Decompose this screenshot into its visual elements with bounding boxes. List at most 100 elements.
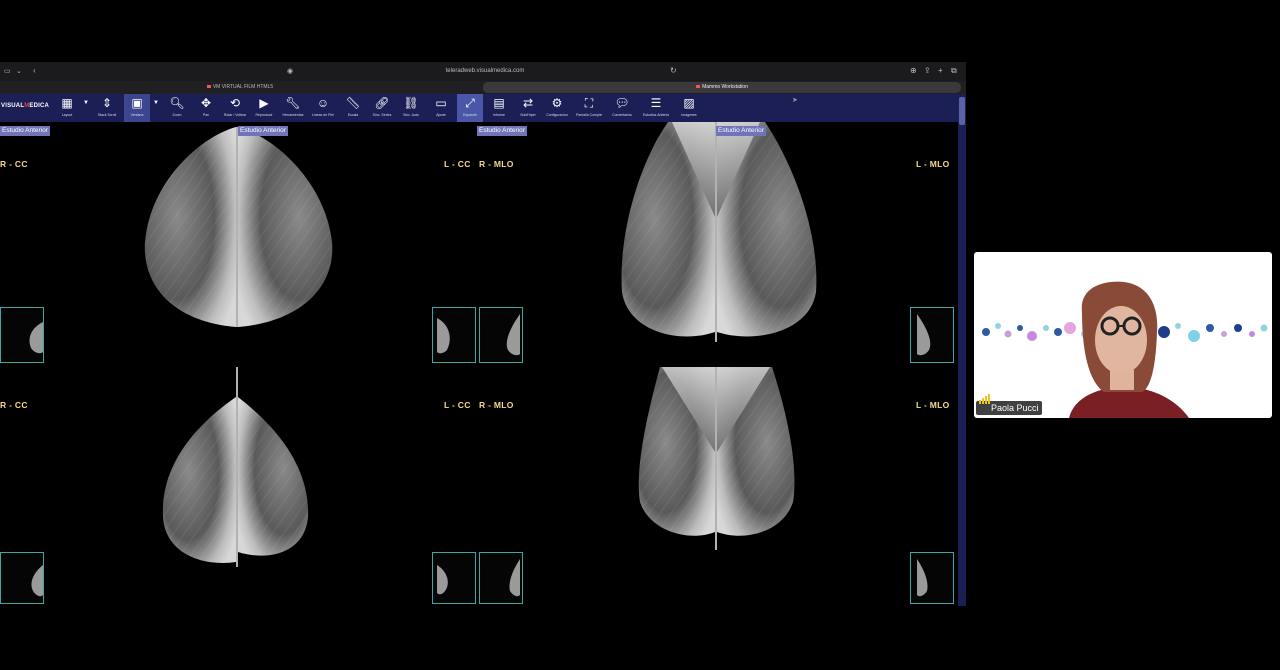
- tool-ruler-button[interactable]: 📏︎ Escala: [340, 94, 366, 122]
- thumbnail[interactable]: [432, 552, 476, 604]
- thumbnail[interactable]: [0, 307, 44, 363]
- prior-study-badge: Estudio Anterior: [477, 126, 527, 136]
- tool-move-button[interactable]: ✥ Pan: [193, 94, 219, 122]
- magnifier-icon: 🔍︎: [169, 96, 185, 110]
- chevron-down-icon[interactable]: ▼: [153, 100, 159, 106]
- prior-study-badge: Estudio Anterior: [0, 126, 50, 136]
- view-label-l-cc: L - CC: [444, 400, 471, 410]
- thumbnail[interactable]: [910, 307, 954, 363]
- sidebar-toggle-icon[interactable]: ▭: [4, 67, 11, 75]
- side-scrollbar[interactable]: [958, 94, 966, 606]
- view-label-r-cc: R - CC: [0, 159, 28, 169]
- video-call-tile[interactable]: Paola Pucci: [974, 252, 1272, 418]
- browser-window: ▭ ⌄ ‹ ◉ teleradweb.visualmedica.com ↻ ⊕ …: [0, 62, 966, 606]
- new-tab-icon[interactable]: +: [938, 66, 943, 75]
- move-icon: ✥: [200, 96, 212, 110]
- mlo-pair-prior: [638, 367, 795, 550]
- report-icon: ▤: [493, 96, 505, 110]
- tool-magnifier-button[interactable]: 🔍︎ Zoom: [164, 94, 190, 122]
- tool-report-button[interactable]: ▤ Informe: [486, 94, 512, 122]
- ruler-icon: 📏︎: [345, 96, 361, 110]
- tool-label: Lineas de Piel: [312, 113, 334, 117]
- wrench-icon: 🔧︎: [285, 96, 301, 110]
- tool-fullscreen-button[interactable]: ⛶ Pantalla Completa: [576, 94, 602, 122]
- swap-icon: ⇄: [522, 96, 534, 110]
- tool-image-button[interactable]: ▨ Imagenes: [676, 94, 702, 122]
- tool-window-level-button[interactable]: ▣ Ventana: [124, 94, 150, 122]
- thumbnail[interactable]: [910, 552, 954, 604]
- logo-text: EDICA: [29, 103, 50, 109]
- tool-label: Reproducir: [255, 113, 273, 117]
- person-card-icon: ☺: [316, 96, 330, 110]
- tool-label: Ventana: [130, 113, 144, 117]
- cc-pair-prior: [162, 367, 309, 567]
- participant-name: Paola Pucci: [991, 403, 1039, 413]
- thumbnail[interactable]: [432, 307, 476, 363]
- view-label-l-mlo: L - MLO: [916, 400, 950, 410]
- thumbnail[interactable]: [479, 552, 523, 604]
- list-icon: ☰: [650, 96, 662, 110]
- tool-settings-button[interactable]: ⚙ Configuracion: [544, 94, 570, 122]
- tab-label: Mammo Workstation: [702, 84, 748, 90]
- tool-scroll-arrows-button[interactable]: ⇕ Stack Scroll: [94, 94, 120, 122]
- logo-text: VISUAL: [1, 103, 25, 109]
- tool-label: Escala: [347, 113, 359, 117]
- tool-fit-button[interactable]: ▭ Ajuste: [428, 94, 454, 122]
- visualmedica-logo: VISUALMEDICA: [1, 103, 49, 109]
- thumbnail[interactable]: [0, 552, 44, 604]
- mouse-cursor-icon: ➤: [792, 97, 798, 104]
- scroll-arrows-icon: ⇕: [101, 96, 113, 110]
- grid-icon: ▦: [61, 96, 73, 110]
- tool-person-card-button[interactable]: ☺ Lineas de Piel: [310, 94, 336, 122]
- back-arrow-icon[interactable]: ‹: [33, 66, 36, 75]
- expand-icon: ⤢: [465, 96, 475, 110]
- tool-wrench-button[interactable]: 🔧︎ Herramientas: [280, 94, 306, 122]
- tool-label: Zoom: [172, 113, 182, 117]
- play-icon: ▶: [259, 96, 269, 110]
- thumbnail[interactable]: [479, 307, 523, 363]
- tab-mammo-workstation[interactable]: Mammo Workstation: [483, 82, 961, 93]
- share-icon[interactable]: ⇪: [924, 66, 931, 75]
- shield-icon: ◉: [287, 68, 294, 75]
- download-icon[interactable]: ⊕: [910, 66, 917, 75]
- tool-crop-rotate-button[interactable]: ⟲ Rotar / Voltear: [222, 94, 248, 122]
- reload-icon[interactable]: ↻: [670, 66, 677, 75]
- chevron-down-icon[interactable]: ⌄: [16, 67, 22, 75]
- tool-label: Sinc. Auto: [403, 113, 419, 117]
- tool-link-auto-button[interactable]: ⛓ Sinc. Auto: [398, 94, 424, 122]
- cc-pair-current: [144, 127, 333, 327]
- view-label-r-cc: R - CC: [0, 400, 28, 410]
- crop-rotate-icon: ⟲: [229, 96, 241, 110]
- view-label-r-mlo: R - MLO: [479, 400, 514, 410]
- settings-icon: ⚙: [551, 96, 563, 110]
- scroll-thumb[interactable]: [959, 97, 965, 125]
- tool-label: Pantalla Completa: [576, 113, 602, 117]
- comment-icon: 💬︎: [614, 96, 630, 110]
- image-viewport[interactable]: Estudio Anterior Estudio Anterior Estudi…: [0, 122, 958, 606]
- tool-grid-button[interactable]: ▦ Layout: [54, 94, 80, 122]
- tool-label: Rotar / Voltear: [223, 113, 247, 117]
- tool-label: Comentarios: [612, 113, 632, 117]
- tool-label: Herramientas: [282, 113, 304, 117]
- tool-label: Informe: [493, 113, 505, 117]
- prior-study-badge: Estudio Anterior: [716, 126, 766, 136]
- tab-vm-virtual-film[interactable]: VM VIRTUAL FILM HTML5: [0, 82, 480, 93]
- tab-overview-icon[interactable]: ⧉: [951, 66, 957, 76]
- chevron-down-icon[interactable]: ▼: [83, 100, 89, 106]
- fit-icon: ▭: [435, 96, 447, 110]
- tool-swap-button[interactable]: ⇄ Sub/Hiper: [515, 94, 541, 122]
- tool-play-button[interactable]: ▶ Reproducir: [251, 94, 277, 122]
- link-icon: 🔗︎: [374, 96, 390, 110]
- tool-label: Sinc. Series: [372, 113, 392, 117]
- tool-label: Layout: [61, 113, 73, 117]
- tool-label: Expandir: [463, 113, 477, 117]
- participant-figure: [1069, 281, 1189, 418]
- url-field[interactable]: teleradweb.visualmedica.com: [420, 68, 550, 74]
- tab-label: VM VIRTUAL FILM HTML5: [212, 84, 274, 90]
- tool-expand-button[interactable]: ⤢ Expandir: [457, 94, 483, 122]
- tool-list-button[interactable]: ☰ Estudios Anteriores: [643, 94, 669, 122]
- tool-link-button[interactable]: 🔗︎ Sinc. Series: [369, 94, 395, 122]
- mlo-pair-current: [621, 122, 817, 342]
- browser-address-bar: ▭ ⌄ ‹ ◉ teleradweb.visualmedica.com ↻ ⊕ …: [0, 62, 966, 81]
- tool-comment-button[interactable]: 💬︎ Comentarios: [609, 94, 635, 122]
